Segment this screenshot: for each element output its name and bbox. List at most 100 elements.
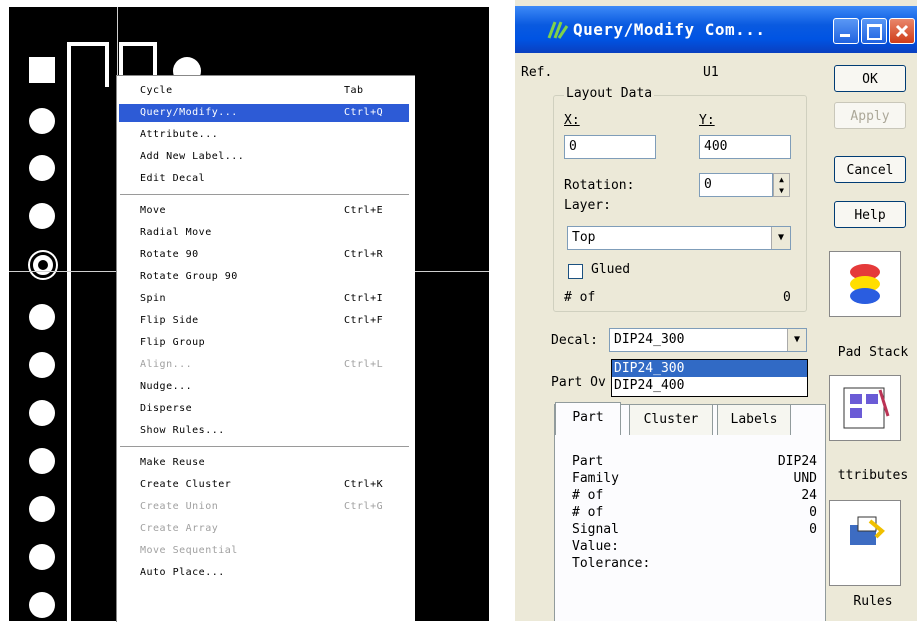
menu-item[interactable]: Nudge... [119, 378, 409, 396]
apply-button[interactable]: Apply [834, 102, 906, 129]
part-property-label: Tolerance: [572, 556, 651, 571]
tab-part[interactable]: Part [555, 402, 621, 435]
menu-item-shortcut: Tab [344, 85, 364, 96]
menu-item-label: Radial Move [140, 227, 212, 238]
menu-item[interactable]: Rotate Group 90 [119, 268, 409, 286]
menu-item-shortcut: Ctrl+R [344, 249, 384, 260]
menu-item-shortcut: Ctrl+L [344, 359, 384, 370]
menu-item[interactable]: Attribute... [119, 126, 409, 144]
menu-item: Move Sequential [119, 542, 409, 560]
menu-item-label: Rotate 90 [140, 249, 199, 260]
part-property-value: 24 [801, 488, 817, 503]
menu-item[interactable]: Rotate 90 Ctrl+R [119, 246, 409, 264]
trace [67, 42, 109, 46]
menu-item-label: Move Sequential [140, 545, 238, 556]
rules-icon [850, 516, 885, 545]
menu-item[interactable]: Spin Ctrl+I [119, 290, 409, 308]
rules-button[interactable] [829, 500, 901, 586]
menu-item[interactable]: Flip Side Ctrl+F [119, 312, 409, 330]
y-field[interactable]: 400 [699, 135, 791, 159]
pad-stack-button[interactable] [829, 251, 901, 317]
menu-item-label: Rotate Group 90 [140, 271, 238, 282]
tab-labels[interactable]: Labels [717, 404, 791, 435]
menu-item[interactable]: Edit Decal [119, 170, 409, 188]
menu-item-label: Spin [140, 293, 167, 304]
menu-item-label: Create Array [140, 523, 219, 534]
menu-item-label: Show Rules... [140, 425, 225, 436]
layer-select[interactable]: Top ▼ [567, 226, 791, 250]
pad [29, 352, 55, 378]
cancel-button[interactable]: Cancel [834, 156, 906, 183]
part-property-label: Part [572, 454, 604, 469]
pad-stack-label: Pad Stack [837, 345, 909, 360]
chevron-down-icon[interactable]: ▼ [787, 329, 806, 351]
part-property-label: Value: [572, 539, 619, 554]
close-button[interactable] [889, 18, 915, 44]
minimize-icon [840, 34, 850, 37]
pad [29, 304, 55, 330]
minimize-button[interactable] [833, 18, 859, 44]
part-property-value: 0 [809, 505, 817, 520]
part-property-label: # of [572, 505, 604, 520]
menu-separator [120, 194, 409, 196]
maximize-icon [867, 24, 882, 40]
menu-item[interactable]: Auto Place... [119, 564, 409, 582]
menu-item[interactable]: Move Ctrl+E [119, 202, 409, 220]
maximize-button[interactable] [861, 18, 887, 44]
trace [105, 42, 109, 87]
decal-option[interactable]: DIP24_400 [612, 377, 807, 394]
menu-item[interactable]: Disperse [119, 400, 409, 418]
menu-item-shortcut: Ctrl+I [344, 293, 384, 304]
attributes-button[interactable] [829, 375, 901, 441]
x-label: X: [564, 113, 580, 128]
part-outline-label: Part Ov [551, 375, 606, 390]
x-field[interactable]: 0 [564, 135, 656, 159]
menu-item[interactable]: Query/Modify... Ctrl+Q [119, 104, 409, 122]
pad [29, 203, 55, 229]
part-property-label: Family [572, 471, 619, 486]
menu-item-label: Query/Modify... [140, 107, 238, 118]
trace [119, 42, 157, 46]
rotation-spinner[interactable]: ▲ ▼ [773, 173, 790, 197]
tab-cluster[interactable]: Cluster [629, 404, 713, 435]
part-property-label: Signal [572, 522, 619, 537]
menu-item-label: Cycle [140, 85, 173, 96]
menu-item[interactable]: Cycle Tab [119, 82, 409, 100]
attributes-label: ttributes [837, 468, 909, 483]
decal-option[interactable]: DIP24_300 [612, 360, 807, 377]
pad [29, 155, 55, 181]
menu-item-shortcut: Ctrl+Q [344, 107, 384, 118]
menu-item-label: Align... [140, 359, 193, 370]
dialog-titlebar[interactable]: Query/Modify Com... [515, 6, 917, 53]
ok-button[interactable]: OK [834, 65, 906, 92]
help-button[interactable]: Help [834, 201, 906, 228]
context-menu: Cycle Tab Query/Modify... Ctrl+Q Attribute..… [116, 75, 415, 622]
dialog-title: Query/Modify Com... [573, 20, 766, 39]
pad-square [29, 57, 55, 83]
selected-pad[interactable] [30, 252, 56, 278]
rotation-field[interactable]: 0 [699, 173, 773, 197]
menu-item-label: Create Cluster [140, 479, 232, 490]
pad [29, 448, 55, 474]
menu-item-shortcut: Ctrl+K [344, 479, 384, 490]
menu-item-label: Flip Side [140, 315, 199, 326]
trace [67, 42, 71, 621]
menu-item[interactable]: Show Rules... [119, 422, 409, 440]
menu-item[interactable]: Add New Label... [119, 148, 409, 166]
menu-item-label: Attribute... [140, 129, 219, 140]
glued-checkbox[interactable] [568, 264, 583, 279]
menu-item[interactable]: Flip Group [119, 334, 409, 352]
attributes-icon [843, 387, 890, 429]
menu-item-label: Nudge... [140, 381, 193, 392]
glued-label: Glued [591, 262, 631, 277]
menu-item-label: Make Reuse [140, 457, 206, 468]
menu-item-shortcut: Ctrl+F [344, 315, 384, 326]
menu-item[interactable]: Radial Move [119, 224, 409, 242]
menu-item[interactable]: Create Cluster Ctrl+K [119, 476, 409, 494]
menu-separator [120, 446, 409, 448]
pad [29, 496, 55, 522]
menu-item[interactable]: Make Reuse [119, 454, 409, 472]
menu-item-shortcut: Ctrl+E [344, 205, 384, 216]
chevron-down-icon[interactable]: ▼ [771, 227, 790, 249]
decal-select[interactable]: DIP24_300 ▼ [609, 328, 807, 352]
